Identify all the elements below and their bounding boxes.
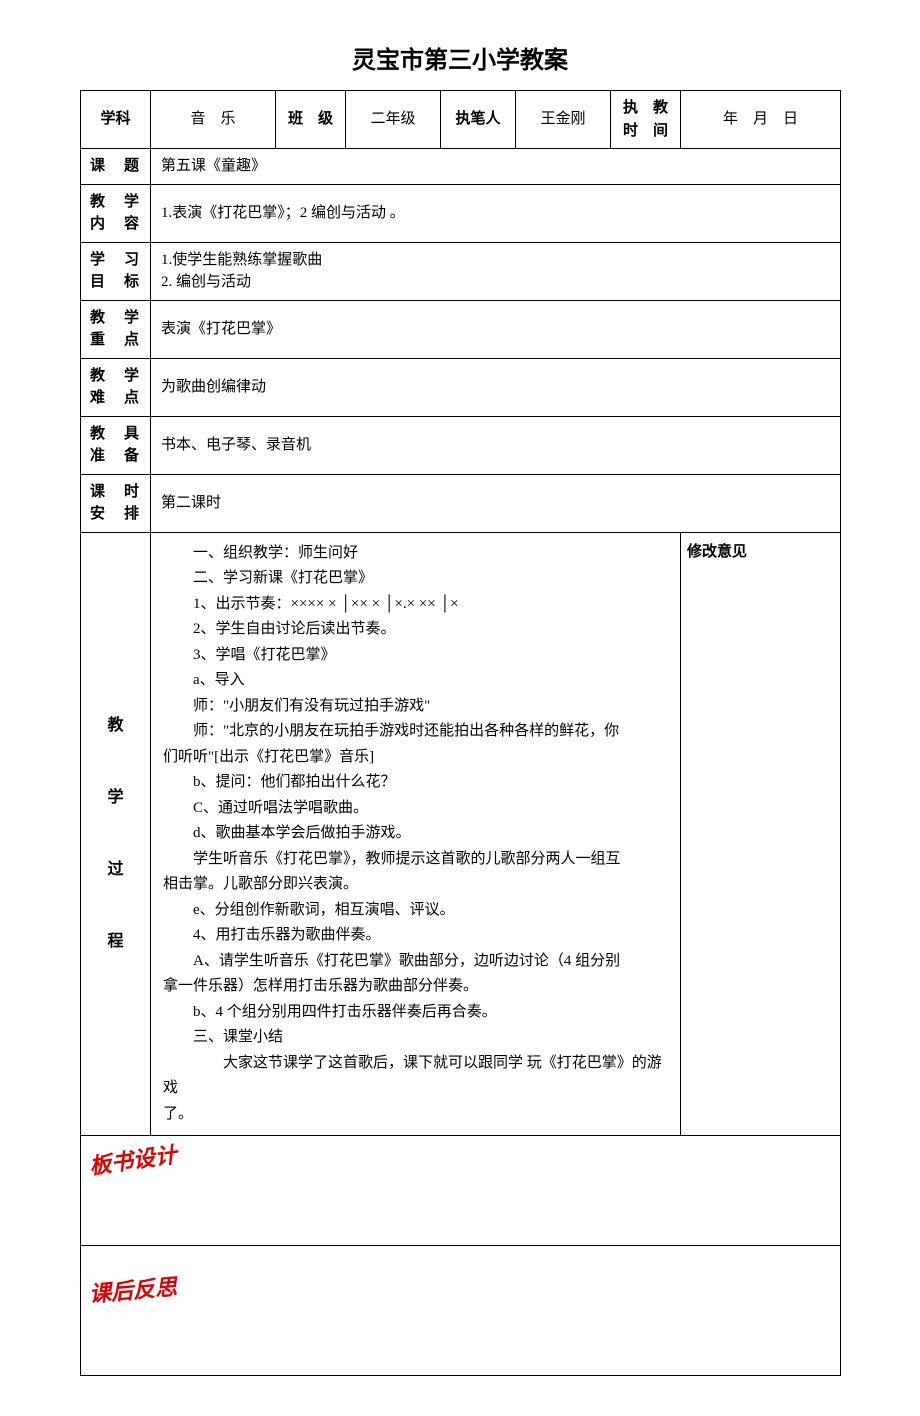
reflection-cell: 课后反思 (81, 1246, 841, 1376)
process-label-1: 教 (89, 714, 142, 738)
reflection-graphic: 课后反思 (88, 1270, 179, 1311)
keypoint-row: 教 学重 点 表演《打花巴掌》 (81, 300, 841, 358)
objective-row: 学 习目 标 1.使学生能熟练掌握歌曲 2. 编创与活动 (81, 242, 841, 300)
design-row: 板书设计 (81, 1136, 841, 1246)
writer-value: 王金刚 (516, 91, 611, 149)
period-value: 第二课时 (151, 474, 841, 532)
content-label: 教 学内 容 (81, 184, 151, 242)
topic-row: 课 题 第五课《童趣》 (81, 149, 841, 185)
process-line: 师："北京的小朋友在玩拍手游戏时还能拍出各种各样的鲜花，你 (163, 719, 668, 745)
time-label: 执 教时 间 (611, 91, 681, 149)
process-line: 大家这节课学了这首歌后，课下就可以跟同学 玩《打花巴掌》的游戏 (163, 1051, 668, 1102)
revision-label: 修改意见 (681, 532, 841, 1136)
process-line: b、4 个组分别用四件打击乐器伴奏后再合奏。 (163, 1000, 668, 1026)
subject-label: 学科 (81, 91, 151, 149)
process-line: 二、学习新课《打花巴掌》 (163, 566, 668, 592)
reflection-row: 课后反思 (81, 1246, 841, 1376)
process-line: 三、课堂小结 (163, 1025, 668, 1051)
process-content: 一、组织教学：师生问好 二、学习新课《打花巴掌》 1、出示节奏：×××× × │… (151, 532, 681, 1136)
difficulty-label: 教 学难 点 (81, 358, 151, 416)
tools-row: 教 具准 备 书本、电子琴、录音机 (81, 416, 841, 474)
process-label-2: 学 (89, 786, 142, 810)
process-line: 师："小朋友们有没有玩过拍手游戏" (163, 694, 668, 720)
process-label-3: 过 (89, 858, 142, 882)
period-row: 课 时安 排 第二课时 (81, 474, 841, 532)
process-line: 3、学唱《打花巴掌》 (163, 643, 668, 669)
time-value: 年 月 日 (681, 91, 841, 149)
process-label-4: 程 (89, 930, 142, 954)
topic-value: 第五课《童趣》 (151, 149, 841, 185)
class-value: 二年级 (346, 91, 441, 149)
objective-line1: 1.使学生能熟练掌握歌曲 (161, 249, 832, 272)
subject-value: 音 乐 (151, 91, 276, 149)
process-line: b、提问：他们都拍出什么花？ (163, 770, 668, 796)
objective-label: 学 习目 标 (81, 242, 151, 300)
process-row: 教 学 过 程 一、组织教学：师生问好 二、学习新课《打花巴掌》 1、出示节奏：… (81, 532, 841, 1136)
board-design-graphic: 板书设计 (87, 1138, 179, 1183)
process-line: 拿一件乐器）怎样用打击乐器为歌曲部分伴奏。 (163, 974, 668, 1000)
process-line: 们听听"[出示《打花巴掌》音乐] (163, 745, 668, 771)
process-line: 一、组织教学：师生问好 (163, 541, 668, 567)
process-line: 2、学生自由讨论后读出节奏。 (163, 617, 668, 643)
process-line: 相击掌。儿歌部分即兴表演。 (163, 872, 668, 898)
difficulty-value: 为歌曲创编律动 (151, 358, 841, 416)
class-label: 班 级 (276, 91, 346, 149)
lesson-plan-table: 学科 音 乐 班 级 二年级 执笔人 王金刚 执 教时 间 年 月 日 课 题 … (80, 90, 841, 1376)
keypoint-label: 教 学重 点 (81, 300, 151, 358)
process-line: d、歌曲基本学会后做拍手游戏。 (163, 821, 668, 847)
content-value: 1.表演《打花巴掌》；2 编创与活动 。 (151, 184, 841, 242)
process-line: C、通过听唱法学唱歌曲。 (163, 796, 668, 822)
period-label: 课 时安 排 (81, 474, 151, 532)
writer-label: 执笔人 (441, 91, 516, 149)
process-line: 1、出示节奏：×××× × │×× × │×.× ×× │× (163, 592, 668, 618)
header-row: 学科 音 乐 班 级 二年级 执笔人 王金刚 执 教时 间 年 月 日 (81, 91, 841, 149)
difficulty-row: 教 学难 点 为歌曲创编律动 (81, 358, 841, 416)
keypoint-value: 表演《打花巴掌》 (151, 300, 841, 358)
process-label: 教 学 过 程 (81, 532, 151, 1136)
tools-value: 书本、电子琴、录音机 (151, 416, 841, 474)
process-line: 4、用打击乐器为歌曲伴奏。 (163, 923, 668, 949)
board-design-cell: 板书设计 (81, 1136, 841, 1246)
content-row: 教 学内 容 1.表演《打花巴掌》；2 编创与活动 。 (81, 184, 841, 242)
process-line: e、分组创作新歌词，相互演唱、评议。 (163, 898, 668, 924)
topic-label: 课 题 (81, 149, 151, 185)
process-line: 学生听音乐《打花巴掌》，教师提示这首歌的儿歌部分两人一组互 (163, 847, 668, 873)
process-line: a、导入 (163, 668, 668, 694)
process-line: 了。 (163, 1102, 668, 1128)
process-line: A、请学生听音乐《打花巴掌》歌曲部分，边听边讨论（4 组分别 (163, 949, 668, 975)
objective-line2: 2. 编创与活动 (161, 271, 832, 294)
objective-value: 1.使学生能熟练掌握歌曲 2. 编创与活动 (151, 242, 841, 300)
page-title: 灵宝市第三小学教案 (80, 40, 840, 75)
tools-label: 教 具准 备 (81, 416, 151, 474)
